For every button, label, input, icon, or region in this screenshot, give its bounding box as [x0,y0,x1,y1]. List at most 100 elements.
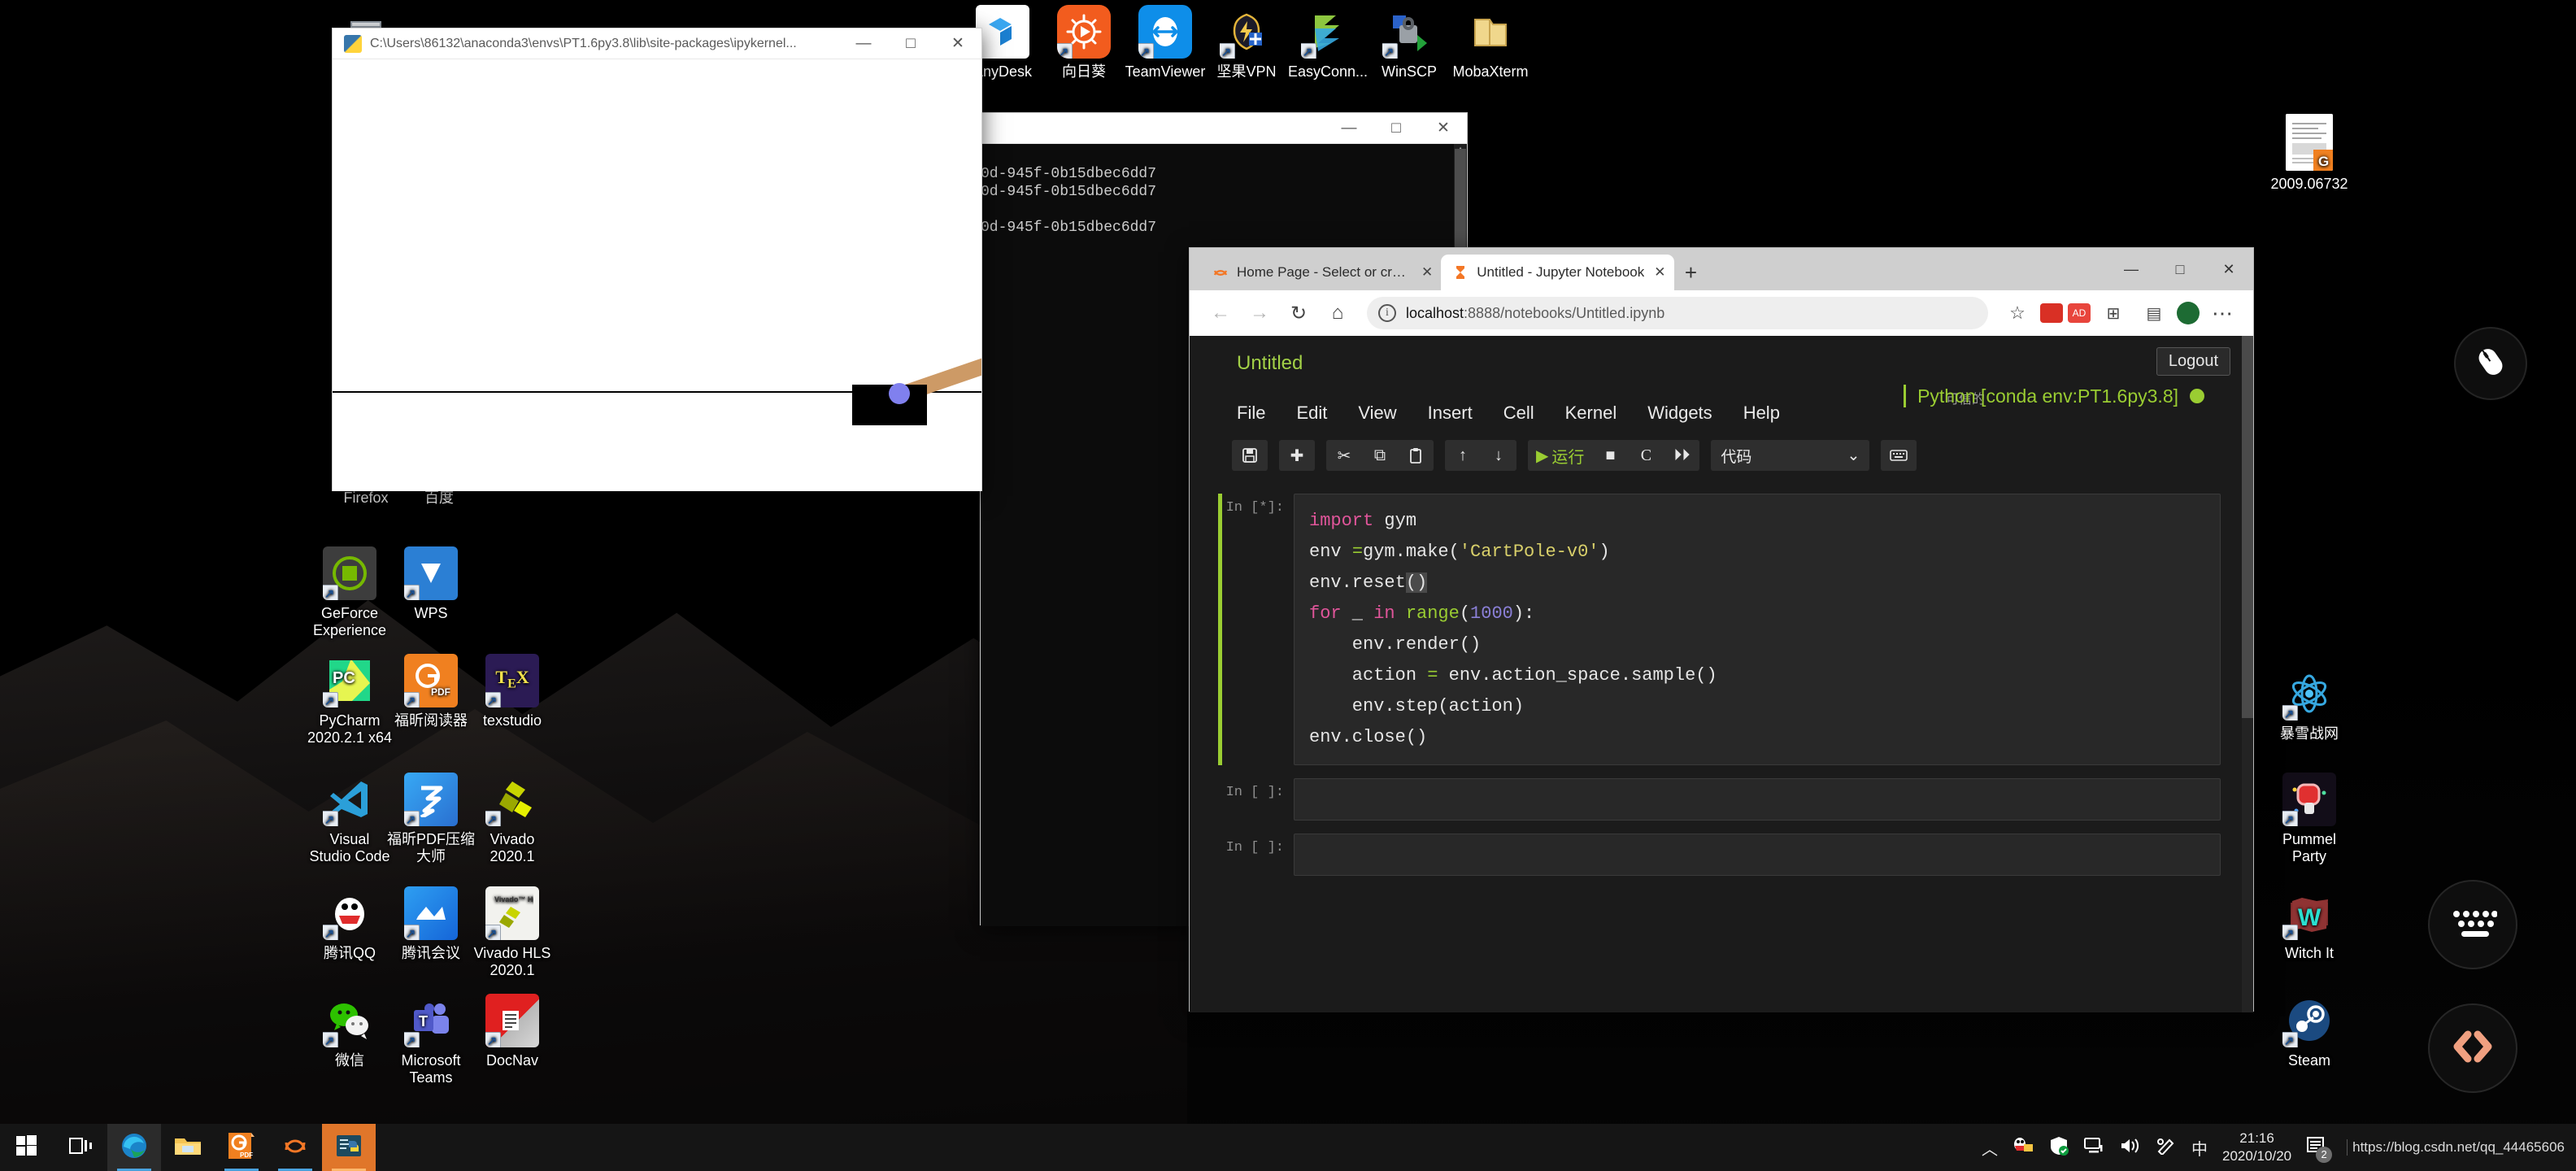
interrupt-kernel-button[interactable]: ■ [1592,440,1628,471]
favorites-button[interactable]: ⊞ [2095,295,2131,331]
desktop-icon-steam[interactable]: ↗ Steam [2262,994,2356,1069]
desktop-icon-vivado-hls[interactable]: Vivado™ HLS ↗ Vivado HLS 2020.1 [465,886,559,979]
notification-center-button[interactable]: 2 [2306,1136,2333,1163]
edge-browser-window[interactable]: Home Page - Select or create a n ✕ Untit… [1189,247,2254,1012]
cell-code-editor[interactable] [1294,834,2221,876]
terminal-maximize-button[interactable]: □ [1373,113,1420,143]
desktop-icon-easyconnect[interactable]: ↗ EasyConn... [1281,5,1375,81]
qq-tray-icon[interactable] [2012,1136,2034,1160]
desktop-icon-sunlogin[interactable]: ↗ 向日葵 [1037,5,1131,81]
desktop-icon-mobaxterm[interactable]: MobaXterm [1443,5,1538,81]
new-tab-button[interactable]: + [1674,255,1708,290]
desktop-icon-tencent-qq[interactable]: ↗ 腾讯QQ [302,886,397,962]
desktop-icon-tencent-meeting[interactable]: ↗ 腾讯会议 [384,886,478,962]
notebook-cell[interactable]: In [*]: import gym env =gym.make('CartPo… [1218,494,2221,765]
desktop-icon-battlenet[interactable]: ↗ 暴雪战网 [2262,667,2356,742]
command-palette-button[interactable] [1881,440,1917,471]
menu-cell[interactable]: Cell [1503,403,1534,424]
task-view-button[interactable] [54,1124,107,1171]
keyboard-overlay-button[interactable] [2430,882,2516,968]
cartpole-minimize-button[interactable]: — [840,28,887,59]
menu-insert[interactable]: Insert [1428,403,1473,424]
reload-button[interactable]: ↻ [1281,295,1316,331]
restart-and-run-all-button[interactable]: ⏵⏵ [1664,440,1699,471]
insert-cell-below-button[interactable]: ✚ [1279,440,1315,471]
menu-edit[interactable]: Edit [1296,403,1327,424]
desktop-icon-microsoft-teams[interactable]: T ↗ Microsoft Teams [384,994,478,1086]
foxit-reader-button[interactable]: PDF [215,1124,268,1171]
desktop-icon-witch-it[interactable]: W ↗ Witch It [2262,886,2356,962]
terminal-titlebar[interactable]: — □ ✕ [981,113,1467,144]
show-hidden-icons-chevron-icon[interactable]: ︿ [1982,1136,1998,1160]
notebook-cell[interactable]: In [ ]: [1222,778,2221,821]
collections-button[interactable]: ▤ [2136,295,2172,331]
desktop-icon-jianguo-vpn[interactable]: ↗ 坚果VPN [1199,5,1294,81]
network-icon[interactable] [2084,1137,2105,1159]
menu-view[interactable]: View [1358,403,1396,424]
back-button[interactable]: ← [1203,295,1238,331]
profile-avatar[interactable] [2177,302,2200,324]
favorite-star-icon[interactable]: ☆ [1999,295,2035,331]
jupyter-scroll-thumb[interactable] [2242,336,2253,718]
code-overlay-button[interactable] [2430,1005,2516,1091]
logout-button[interactable]: Logout [2156,347,2230,376]
address-bar[interactable]: i localhost:8888/notebooks/Untitled.ipyn… [1367,297,1988,329]
browser-tab-untitled-notebook[interactable]: Untitled - Jupyter Notebook ✕ [1441,255,1674,290]
cartpole-titlebar[interactable]: C:\Users\86132\anaconda3\envs\PT1.6py3.8… [333,28,981,59]
jupyter-scrollbar[interactable] [2242,336,2253,1012]
terminal-close-button[interactable]: ✕ [1420,113,1467,143]
cartpole-render-window[interactable]: C:\Users\86132\anaconda3\envs\PT1.6py3.8… [332,28,982,491]
desktop-icon-pdf-2009-06732[interactable]: G 2009.06732 [2262,114,2356,193]
move-cell-down-button[interactable]: ↓ [1481,440,1516,471]
home-button[interactable]: ⌂ [1320,295,1355,331]
mouse-overlay-button[interactable] [2456,329,2526,398]
settings-more-button[interactable]: ⋯ [2204,295,2240,331]
extension-1-icon[interactable] [2040,303,2063,323]
browser-tab-close-icon[interactable]: ✕ [1421,264,1433,281]
browser-maximize-button[interactable]: □ [2156,248,2204,290]
notebook-title[interactable]: Untitled [1237,352,1303,375]
volume-icon[interactable] [2120,1137,2141,1159]
cartpole-close-button[interactable]: ✕ [934,28,981,59]
cell-type-select[interactable]: 代码 ⌄ [1711,440,1870,471]
adblock-extension-icon[interactable]: AD [2068,303,2091,323]
file-explorer-button[interactable] [161,1124,215,1171]
menu-help[interactable]: Help [1743,403,1780,424]
cell-code-editor[interactable] [1294,778,2221,821]
desktop-icon-foxit-compress[interactable]: ↗ 福昕PDF压缩 大师 [384,773,478,865]
browser-tab-home-page[interactable]: Home Page - Select or create a n ✕ [1201,255,1442,290]
browser-close-button[interactable]: ✕ [2204,248,2253,290]
desktop-icon-vivado[interactable]: ↗ Vivado 2020.1 [465,773,559,865]
desktop-icon-texstudio[interactable]: TEX ↗ texstudio [465,654,559,729]
edge-taskbar-button[interactable] [107,1124,161,1171]
desktop-icon-vscode[interactable]: ↗ Visual Studio Code [302,773,397,865]
jupyter-button[interactable] [268,1124,322,1171]
cut-cell-button[interactable]: ✂ [1326,440,1362,471]
desktop-icon-geforce-experience[interactable]: ↗ GeForce Experience [302,546,397,639]
move-cell-up-button[interactable]: ↑ [1445,440,1481,471]
info-icon[interactable]: i [1378,304,1396,322]
desktop-icon-docnav[interactable]: ↗ DocNav [465,994,559,1069]
paste-cell-button[interactable] [1398,440,1434,471]
copy-cell-button[interactable]: ⧉ [1362,440,1398,471]
pen-icon[interactable] [2156,1137,2177,1159]
notebook-cell[interactable]: In [ ]: [1222,834,2221,876]
menu-kernel[interactable]: Kernel [1565,403,1617,424]
restart-kernel-button[interactable]: C [1628,440,1664,471]
start-button[interactable] [0,1124,54,1171]
desktop-icon-teamviewer[interactable]: ↗ TeamViewer [1118,5,1212,81]
windows-defender-icon[interactable] [2048,1135,2069,1160]
forward-button[interactable]: → [1242,295,1277,331]
cell-code-editor[interactable]: import gym env =gym.make('CartPole-v0') … [1294,494,2221,765]
browser-minimize-button[interactable]: — [2107,248,2156,290]
desktop-icon-pycharm[interactable]: PC ↗ PyCharm 2020.2.1 x64 [302,654,397,747]
ime-indicator[interactable]: 中 [2191,1136,2208,1160]
browser-tab-close-icon[interactable]: ✕ [1654,264,1665,281]
desktop-icon-wps[interactable]: ↗ WPS [384,546,478,622]
clock[interactable]: 21:16 2020/10/20 [2222,1130,2291,1165]
menu-widgets[interactable]: Widgets [1647,403,1712,424]
desktop-icon-winscp[interactable]: ↗ WinSCP [1362,5,1456,81]
save-button[interactable] [1232,440,1268,471]
menu-file[interactable]: File [1237,403,1265,424]
python-button[interactable] [322,1124,376,1171]
